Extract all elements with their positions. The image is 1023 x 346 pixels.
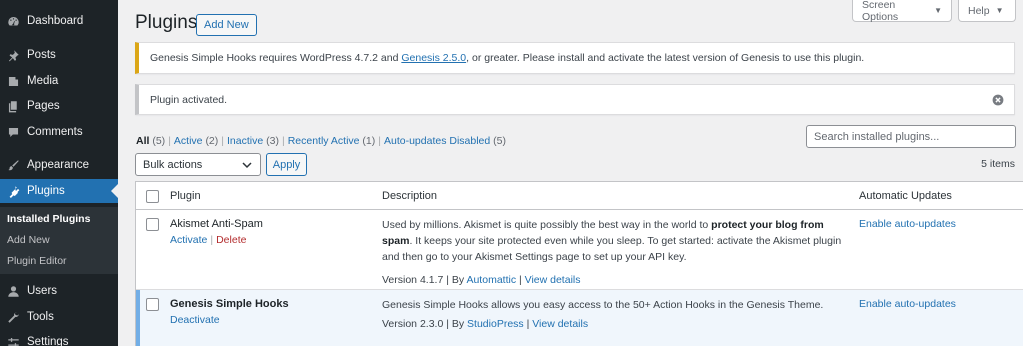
menu-item-users[interactable]: Users (0, 279, 118, 303)
genesis-link[interactable]: Genesis 2.5.0 (401, 52, 466, 64)
wrench-icon (6, 310, 20, 324)
help-button[interactable]: Help ▼ (958, 0, 1016, 22)
plugin-icon (6, 184, 20, 198)
menu-item-appearance[interactable]: Appearance (0, 153, 118, 177)
filter-all[interactable]: All (5) (136, 135, 165, 147)
submenu-plugin-editor[interactable]: Plugin Editor (7, 255, 67, 267)
filter-active[interactable]: Active (2) (174, 135, 218, 147)
dismiss-icon[interactable] (992, 94, 1004, 106)
brush-icon (6, 158, 20, 172)
apply-button[interactable]: Apply (266, 153, 307, 176)
author-link[interactable]: Automattic (466, 274, 516, 286)
author-link[interactable]: StudioPress (467, 318, 524, 330)
delete-link[interactable]: Delete (216, 234, 246, 246)
submenu-installed-plugins[interactable]: Installed Plugins (7, 213, 90, 225)
menu-item-settings[interactable]: Settings (0, 330, 118, 346)
plugin-meta: Version 4.1.7 | By Automattic | View det… (382, 274, 581, 286)
column-automatic-updates: Automatic Updates (859, 190, 952, 202)
dashboard-icon (6, 14, 20, 28)
plugin-name: Genesis Simple Hooks (170, 298, 289, 310)
menu-item-tools[interactable]: Tools (0, 305, 118, 329)
filter-recently-active[interactable]: Recently Active (1) (288, 135, 376, 147)
row-checkbox[interactable] (146, 218, 159, 231)
filter-inactive[interactable]: Inactive (3) (227, 135, 279, 147)
enable-auto-updates-link[interactable]: Enable auto-updates (859, 298, 956, 310)
filter-auto-updates-disabled[interactable]: Auto-updates Disabled (5) (384, 135, 506, 147)
plugins-table: Plugin Description Automatic Updates Aki… (135, 181, 1023, 346)
table-row-active: Genesis Simple Hooks Deactivate Genesis … (136, 290, 1023, 346)
submenu-add-new[interactable]: Add New (7, 234, 50, 246)
deactivate-link[interactable]: Deactivate (170, 314, 220, 326)
enable-auto-updates-link[interactable]: Enable auto-updates (859, 218, 956, 230)
row-actions: Activate | Delete (170, 234, 247, 246)
screen-options-button[interactable]: Screen Options ▼ (852, 0, 952, 23)
warning-message: Genesis Simple Hooks requires WordPress … (150, 52, 865, 64)
success-message: Plugin activated. (150, 93, 228, 106)
table-header: Plugin Description Automatic Updates (136, 182, 1023, 210)
comment-icon (6, 125, 20, 139)
menu-item-posts[interactable]: Posts (0, 43, 118, 67)
plugin-activated-notice: Plugin activated. (135, 84, 1015, 115)
table-row: Akismet Anti-Spam Activate | Delete Used b… (136, 210, 1023, 290)
pin-icon (6, 48, 20, 62)
plugin-status-filters: All (5) | Active (2) | Inactive (3) | Recently… (136, 135, 507, 147)
plugin-description: Used by millions. Akismet is quite possi… (382, 219, 842, 263)
add-new-button[interactable]: Add New (196, 14, 257, 36)
view-details-link[interactable]: View details (532, 318, 588, 330)
menu-item-media[interactable]: Media (0, 69, 118, 93)
triangle-down-icon: ▼ (934, 6, 942, 15)
pages-icon (6, 99, 20, 113)
column-plugin[interactable]: Plugin (170, 190, 201, 202)
search-plugins-input[interactable] (806, 125, 1016, 148)
admin-sidebar: Dashboard Posts Media Pages Comments App… (0, 0, 118, 346)
plugin-name: Akismet Anti-Spam (170, 218, 263, 230)
triangle-down-icon: ▼ (995, 6, 1004, 15)
menu-item-dashboard[interactable]: Dashboard (0, 9, 118, 33)
activate-link[interactable]: Activate (170, 234, 207, 246)
plugin-meta: Version 2.3.0 | By StudioPress | View de… (382, 318, 589, 330)
plugins-submenu: Installed Plugins Add New Plugin Editor (0, 207, 118, 274)
menu-item-comments[interactable]: Comments (0, 120, 118, 144)
warning-notice: Genesis Simple Hooks requires WordPress … (135, 42, 1015, 74)
select-all-checkbox[interactable] (146, 190, 159, 203)
page-title: Plugins (135, 12, 198, 33)
settings-icon (6, 335, 20, 346)
plugin-description: Genesis Simple Hooks allows you easy acc… (382, 299, 824, 311)
menu-item-pages[interactable]: Pages (0, 94, 118, 118)
column-description: Description (382, 190, 438, 202)
media-icon (6, 74, 20, 88)
view-details-link[interactable]: View details (525, 274, 581, 286)
menu-item-plugins[interactable]: Plugins (0, 179, 118, 203)
items-count: 5 items (981, 158, 1015, 170)
row-checkbox[interactable] (146, 298, 159, 311)
row-actions: Deactivate (170, 314, 220, 326)
user-icon (6, 284, 20, 298)
chevron-down-icon (242, 162, 252, 169)
bulk-actions-select[interactable]: Bulk actions (135, 153, 261, 176)
